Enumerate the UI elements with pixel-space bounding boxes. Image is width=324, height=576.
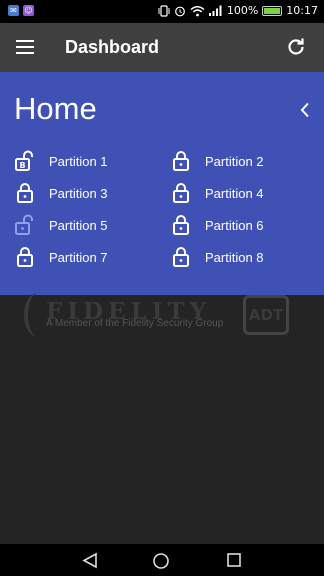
partition-label: Partition 8 bbox=[205, 249, 264, 265]
unlocked-bypass-lock-icon: B bbox=[15, 150, 33, 171]
wifi-icon bbox=[190, 5, 205, 16]
lock-icon bbox=[173, 183, 189, 203]
partition-3[interactable]: Partition 3 bbox=[14, 181, 108, 205]
clock: 10:17 bbox=[286, 4, 318, 17]
lock-icon bbox=[173, 247, 189, 267]
menu-icon[interactable] bbox=[16, 40, 34, 54]
vibrate-icon bbox=[158, 4, 170, 17]
adt-logo: ADT bbox=[243, 295, 289, 335]
alarm-icon bbox=[174, 6, 185, 16]
partition-label: Partition 1 bbox=[49, 153, 108, 169]
panel-title: Home bbox=[14, 91, 97, 126]
app-bar: Dashboard bbox=[0, 23, 324, 72]
unlocked-icon bbox=[15, 214, 33, 235]
lock-icon bbox=[17, 247, 33, 267]
partition-label: Partition 7 bbox=[49, 249, 108, 265]
partition-1[interactable]: B Partition 1 bbox=[14, 149, 108, 173]
system-nav-bar bbox=[0, 544, 324, 576]
back-icon[interactable] bbox=[81, 552, 99, 569]
lock-icon bbox=[173, 151, 189, 171]
partition-label: Partition 4 bbox=[205, 185, 264, 201]
partition-6[interactable]: Partition 6 bbox=[170, 213, 264, 237]
partition-7[interactable]: Partition 7 bbox=[14, 245, 108, 269]
partition-5[interactable]: Partition 5 bbox=[14, 213, 108, 237]
logo-tagline: A Member of the Fidelity Security Group bbox=[46, 318, 224, 329]
partition-8[interactable]: Partition 8 bbox=[170, 245, 264, 269]
battery-percent: 100% bbox=[226, 4, 259, 17]
app-icon-2: ☺ bbox=[23, 5, 34, 16]
battery-icon bbox=[262, 5, 283, 16]
recents-icon[interactable] bbox=[226, 552, 242, 568]
app-icon-1: ✉ bbox=[8, 5, 19, 16]
partition-4[interactable]: Partition 4 bbox=[170, 181, 264, 205]
home-icon[interactable] bbox=[152, 552, 170, 570]
partition-label: Partition 3 bbox=[49, 185, 108, 201]
svg-text:B: B bbox=[19, 161, 25, 170]
refresh-icon[interactable] bbox=[286, 37, 306, 57]
partition-2[interactable]: Partition 2 bbox=[170, 149, 264, 173]
notification-icons: ✉ ☺ bbox=[8, 5, 34, 16]
signal-icon bbox=[208, 5, 222, 16]
lock-icon bbox=[173, 215, 189, 235]
partition-label: Partition 2 bbox=[205, 153, 264, 169]
status-bar: ✉ ☺ 100% 10:17 bbox=[0, 0, 324, 23]
fidelity-adt-logo: FIDELITY A Member of the Fidelity Securi… bbox=[24, 293, 304, 337]
app-title: Dashboard bbox=[65, 37, 160, 57]
chevron-left-icon[interactable] bbox=[300, 102, 310, 118]
partition-label: Partition 6 bbox=[205, 217, 264, 233]
home-panel: Home B Partition 1 Partition 2 Partition… bbox=[0, 72, 324, 295]
lock-icon bbox=[17, 183, 33, 203]
partition-label: Partition 5 bbox=[49, 217, 108, 233]
